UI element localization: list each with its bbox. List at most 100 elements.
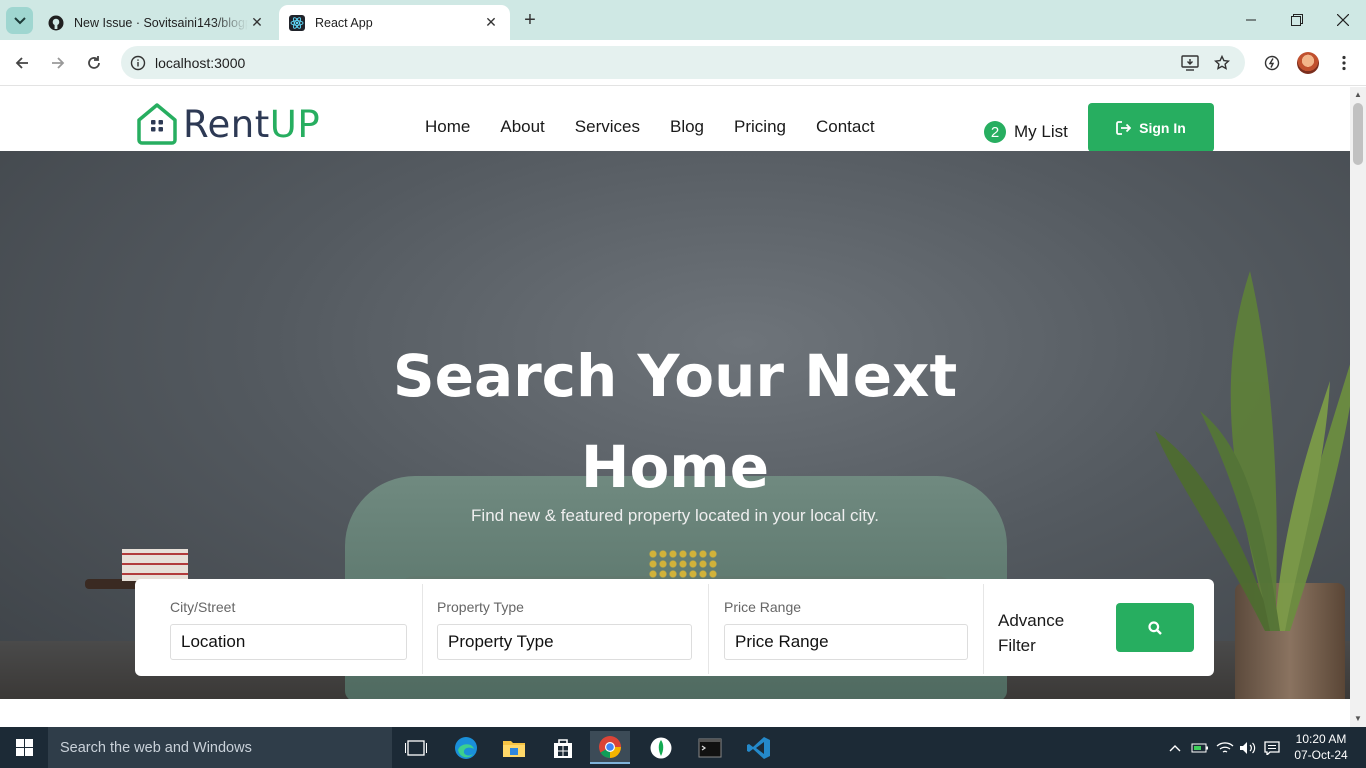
taskbar-search-box[interactable]: Search the web and Windows [48, 727, 392, 768]
taskbar-search-placeholder: Search the web and Windows [60, 739, 252, 756]
scroll-down-icon[interactable]: ▼ [1354, 714, 1362, 723]
reload-icon [88, 56, 100, 69]
advance-filter-link[interactable]: Advance Filter [998, 608, 1088, 658]
search-icon [1148, 620, 1162, 635]
url-text: localhost:3000 [155, 54, 246, 71]
property-type-input[interactable]: Property Type [437, 624, 692, 660]
nav-home[interactable]: Home [425, 117, 470, 137]
arrow-right-icon [52, 57, 65, 69]
extensions-icon[interactable] [1260, 51, 1284, 75]
books-image [122, 549, 188, 581]
nav-blog[interactable]: Blog [670, 117, 704, 137]
site-header: RentUP Home About Services Blog Pricing … [0, 87, 1350, 152]
logo-text-rent: Rent [183, 102, 270, 146]
minimize-button[interactable] [1228, 0, 1274, 40]
city-label: City/Street [170, 599, 236, 615]
task-view-icon[interactable] [396, 731, 436, 764]
react-icon [289, 14, 305, 31]
tab-react-app[interactable]: React App ✕ [279, 5, 510, 40]
search-button[interactable] [1116, 603, 1194, 652]
price-range-input[interactable]: Price Range [724, 624, 968, 660]
clock-date: 07-Oct-24 [1294, 748, 1348, 762]
property-type-field: Property Type Property Type [402, 579, 692, 676]
my-list-link[interactable]: 2 My List [984, 121, 1068, 143]
bookmark-star-icon[interactable] [1210, 51, 1234, 75]
hero-title-line2: Home [580, 433, 770, 501]
city-field: City/Street Location [135, 579, 422, 676]
browser-toolbar: localhost:3000 [0, 40, 1366, 86]
nav-services[interactable]: Services [575, 117, 640, 137]
close-tab-icon[interactable]: ✕ [482, 14, 500, 31]
hero-title: Search Your Next Home [375, 331, 975, 513]
close-tab-icon[interactable]: ✕ [248, 14, 266, 31]
property-type-label: Property Type [437, 599, 524, 615]
plant-image [1155, 271, 1350, 631]
sign-out-arrow-icon [1116, 120, 1132, 135]
vscode-icon[interactable] [739, 731, 779, 764]
hero-title-line1: Search Your Next [392, 342, 958, 410]
chrome-icon[interactable] [590, 731, 630, 764]
scrollbar-thumb[interactable] [1353, 103, 1363, 165]
nav-pricing[interactable]: Pricing [734, 117, 786, 137]
battery-icon[interactable] [1189, 727, 1211, 768]
install-app-icon[interactable] [1178, 51, 1202, 75]
close-window-button[interactable] [1320, 0, 1366, 40]
tab-github-issue[interactable]: New Issue · Sovitsaini143/blogp ✕ [38, 5, 276, 40]
page-scrollbar[interactable]: ▲ ▼ [1350, 87, 1366, 727]
edge-browser-icon[interactable] [446, 731, 486, 764]
start-button[interactable] [0, 727, 48, 768]
profile-avatar[interactable] [1297, 52, 1319, 74]
field-divider [983, 584, 984, 674]
tab-title: React App [315, 15, 373, 30]
restore-button[interactable] [1274, 0, 1320, 40]
file-explorer-icon[interactable] [494, 731, 534, 764]
my-list-count-badge: 2 [984, 121, 1006, 143]
advance-filter-line1: Advance [998, 611, 1065, 630]
page-viewport: RentUP Home About Services Blog Pricing … [0, 87, 1350, 727]
wifi-icon[interactable] [1214, 727, 1236, 768]
show-hidden-icons-chevron-icon[interactable] [1165, 727, 1185, 768]
clock-time: 10:20 AM [1295, 732, 1347, 746]
logo-text: RentUP [183, 103, 320, 146]
price-range-field: Price Range Price Range [689, 579, 979, 676]
tab-search-button[interactable] [6, 7, 33, 34]
taskbar-clock[interactable]: 10:20 AM 07-Oct-24 [1290, 731, 1352, 763]
advance-filter-line2: Filter [998, 636, 1036, 655]
chevron-down-icon [13, 16, 26, 24]
hero-subtitle: Find new & featured property located in … [471, 506, 879, 525]
reload-button[interactable] [82, 51, 106, 75]
site-logo[interactable]: RentUP [135, 102, 320, 146]
scroll-up-icon[interactable]: ▲ [1354, 90, 1362, 99]
price-range-label: Price Range [724, 599, 802, 615]
nav-contact[interactable]: Contact [816, 117, 875, 137]
volume-icon[interactable] [1237, 727, 1259, 768]
nav-about[interactable]: About [500, 117, 544, 137]
terminal-icon[interactable] [690, 731, 730, 764]
github-icon [48, 15, 64, 31]
site-info-icon[interactable] [121, 55, 155, 71]
windows-taskbar: Search the web and Windows 10:20 AM 07-O… [0, 727, 1366, 768]
property-search-form: City/Street Location Property Type Prope… [135, 579, 1214, 676]
logo-text-up: UP [269, 102, 321, 146]
browser-menu-icon[interactable] [1332, 51, 1356, 75]
tab-title: New Issue · Sovitsaini143/blogp [74, 15, 248, 30]
minimize-icon [1246, 19, 1256, 21]
browser-tab-strip: New Issue · Sovitsaini143/blogp ✕ React … [0, 0, 1366, 40]
mongodb-compass-icon[interactable] [641, 731, 681, 764]
windows-logo-icon [15, 739, 33, 756]
back-button[interactable] [10, 51, 34, 75]
location-input[interactable]: Location [170, 624, 407, 660]
house-logo-icon [137, 103, 177, 145]
restore-icon [1291, 14, 1303, 26]
close-icon [1337, 14, 1349, 26]
notifications-icon[interactable] [1261, 727, 1283, 768]
main-nav: Home About Services Blog Pricing Contact [425, 117, 905, 137]
forward-button[interactable] [46, 51, 70, 75]
my-list-label: My List [1014, 122, 1068, 141]
address-bar[interactable]: localhost:3000 [121, 46, 1245, 79]
sign-in-label: Sign In [1139, 119, 1186, 136]
new-tab-button[interactable]: + [519, 9, 541, 31]
arrow-left-icon [15, 57, 28, 69]
store-icon[interactable] [543, 731, 583, 764]
sign-in-button[interactable]: Sign In [1088, 103, 1214, 152]
